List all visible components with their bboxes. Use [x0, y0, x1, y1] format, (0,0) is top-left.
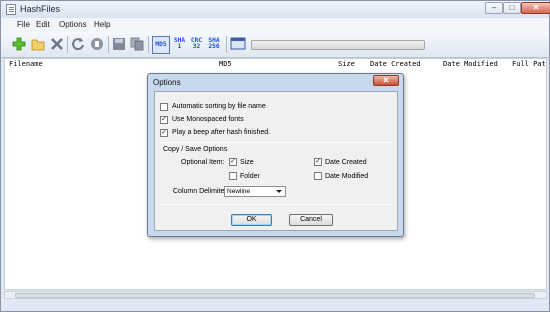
monospaced-fonts-checkbox[interactable]: ✓ [160, 116, 168, 124]
title-bar[interactable]: HashFiles – □ ✕ [1, 1, 550, 18]
play-beep-label: Play a beep after hash finished. [172, 129, 271, 136]
dialog-close-button[interactable]: ✕ [373, 75, 399, 86]
date-created-label: Date Created [325, 159, 367, 166]
delete-icon[interactable] [50, 37, 64, 51]
auto-sort-label: Automatic sorting by file name [172, 103, 266, 110]
toolbar-separator [226, 36, 227, 53]
menu-edit[interactable]: Edit [36, 20, 50, 29]
sha256-button[interactable]: SHA 256 [206, 36, 222, 54]
options-dialog: Options ✕ Automatic sorting by file name… [147, 73, 404, 237]
column-size[interactable]: Size [338, 60, 355, 68]
column-delimiter-select[interactable]: Newline [224, 186, 286, 197]
copy-save-heading: Copy / Save Options [163, 146, 228, 153]
toolbar-separator [67, 36, 68, 53]
dialog-body: Automatic sorting by file name ✓ Use Mon… [154, 91, 398, 231]
scrollbar-thumb[interactable] [15, 293, 535, 298]
folder-icon[interactable] [31, 37, 45, 51]
date-modified-label: Date Modified [325, 173, 369, 180]
column-full-path[interactable]: Full Path [512, 60, 546, 68]
save-icon[interactable] [112, 37, 126, 51]
monospaced-fonts-label: Use Monospaced fonts [172, 116, 244, 123]
maximize-button[interactable]: □ [503, 2, 521, 14]
crc32-button[interactable]: CRC 32 [189, 36, 204, 54]
auto-sort-checkbox[interactable] [160, 103, 168, 111]
column-date-created[interactable]: Date Created [370, 60, 421, 68]
progress-bar [251, 40, 425, 50]
optional-item-label: Optional Item: [181, 159, 225, 166]
add-icon[interactable] [12, 37, 26, 51]
list-header: Filename MD5 Size Date Created Date Modi… [5, 59, 546, 69]
folder-label: Folder [240, 173, 260, 180]
window-title: HashFiles [20, 4, 61, 14]
date-created-checkbox[interactable]: ✓ [314, 158, 322, 166]
sha1-button[interactable]: SHA 1 [172, 36, 187, 54]
horizontal-scrollbar[interactable] [4, 291, 547, 299]
window-icon[interactable] [230, 37, 246, 51]
menu-options[interactable]: Options [59, 20, 87, 29]
menu-help[interactable]: Help [94, 20, 110, 29]
app-document-icon [6, 4, 16, 15]
toolbar: MD5 SHA 1 CRC 32 SHA 256 [1, 32, 549, 58]
menu-file[interactable]: File [17, 20, 30, 29]
cancel-button[interactable]: Cancel [289, 214, 333, 226]
column-date-modified[interactable]: Date Modified [443, 60, 498, 68]
ok-button[interactable]: OK [231, 214, 272, 226]
minimize-button[interactable]: – [485, 2, 503, 14]
menu-bar: File Edit Options Help [1, 18, 549, 32]
date-modified-checkbox[interactable] [314, 172, 322, 180]
column-delimiter-value: Newline [227, 188, 251, 195]
stop-icon[interactable] [90, 37, 104, 51]
column-delimiter-label: Column Delimiter: [173, 188, 229, 195]
dialog-title: Options [153, 78, 181, 87]
play-beep-checkbox[interactable]: ✓ [160, 129, 168, 137]
size-checkbox[interactable]: ✓ [229, 158, 237, 166]
toolbar-separator [108, 36, 109, 53]
size-label: Size [240, 159, 254, 166]
toolbar-separator [148, 36, 149, 53]
md5-button[interactable]: MD5 [152, 36, 170, 54]
copy-icon[interactable] [130, 37, 144, 51]
refresh-icon[interactable] [71, 37, 85, 51]
chevron-down-icon [276, 190, 282, 193]
status-bar [1, 300, 549, 311]
column-filename[interactable]: Filename [9, 60, 43, 68]
column-md5[interactable]: MD5 [219, 60, 232, 68]
section-divider [160, 204, 392, 205]
folder-checkbox[interactable] [229, 172, 237, 180]
close-button[interactable]: ✕ [521, 2, 550, 14]
section-divider [160, 142, 392, 143]
